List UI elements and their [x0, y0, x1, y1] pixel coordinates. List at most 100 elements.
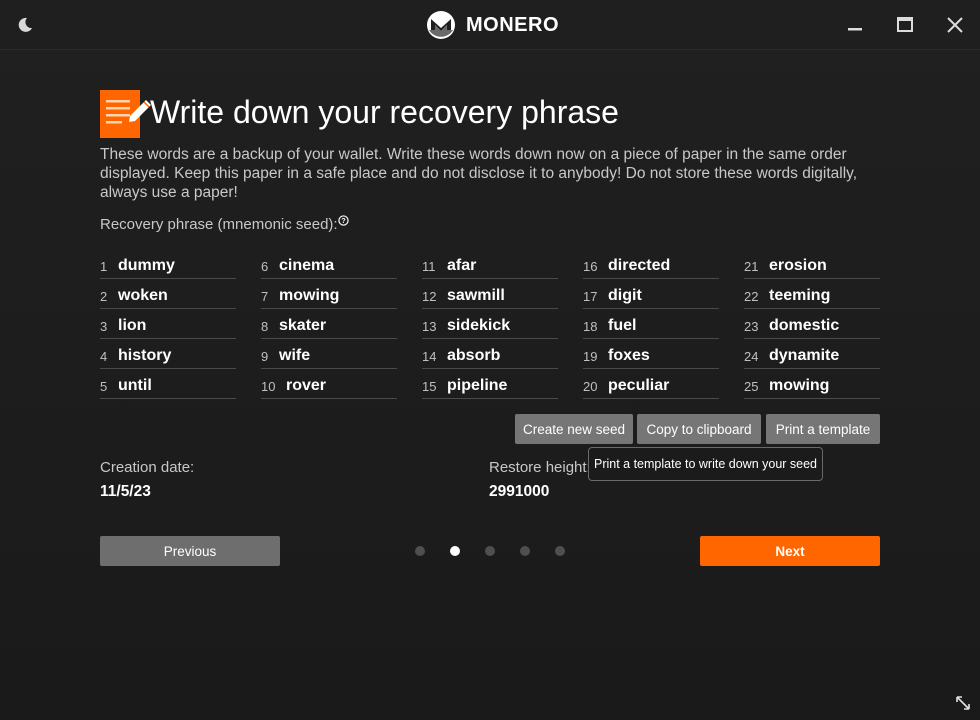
seed-word-row: 18 fuel: [583, 314, 719, 344]
seed-word: cinema: [279, 257, 335, 274]
seed-word-row: 4 history: [100, 344, 236, 374]
app-name: MONERO: [466, 13, 559, 36]
seed-word-number: 16: [583, 259, 598, 274]
seed-word: wife: [279, 347, 311, 364]
seed-word-row: 23 domestic: [744, 314, 880, 344]
seed-word: teeming: [769, 287, 831, 304]
page-title: Write down your recovery phrase: [150, 94, 619, 130]
seed-word-row: 11 afar: [422, 254, 558, 284]
seed-word-number: 12: [422, 289, 437, 304]
seed-word-number: 10: [261, 379, 276, 394]
creation-date-label: Creation date:: [100, 459, 195, 476]
seed-word-row: 7 mowing: [261, 284, 397, 314]
seed-word-row: 13 sidekick: [422, 314, 558, 344]
seed-word: woken: [118, 287, 168, 304]
seed-word-number: 24: [744, 349, 759, 364]
seed-word: rover: [286, 377, 327, 394]
seed-word: skater: [279, 317, 327, 334]
maximize-icon[interactable]: [892, 12, 918, 38]
seed-word: dummy: [118, 257, 175, 274]
seed-word: peculiar: [608, 377, 670, 394]
page-indicator-dot: [485, 546, 495, 556]
seed-word-number: 23: [744, 319, 759, 334]
minimize-icon[interactable]: [842, 12, 868, 38]
print-template-tooltip: Print a template to write down your seed: [588, 447, 823, 481]
seed-word-row: 3 lion: [100, 314, 236, 344]
seed-word-row: 10 rover: [261, 374, 397, 404]
seed-word: lion: [118, 317, 147, 334]
seed-word-number: 21: [744, 259, 759, 274]
restore-height-value: 2991000: [489, 483, 550, 500]
seed-word-number: 8: [261, 319, 269, 334]
page-indicator-dot: [520, 546, 530, 556]
previous-button[interactable]: Previous: [100, 536, 280, 566]
seed-word-number: 1: [100, 259, 108, 274]
seed-word-number: 9: [261, 349, 269, 364]
seed-word-row: 12 sawmill: [422, 284, 558, 314]
seed-word-row: 17 digit: [583, 284, 719, 314]
seed-column-1: 1 dummy 2 woken 3 lion 4 history 5 until: [100, 254, 236, 404]
seed-word-number: 19: [583, 349, 598, 364]
seed-word-row: 5 until: [100, 374, 236, 404]
page-indicator-dot: [555, 546, 565, 556]
seed-word-row: 14 absorb: [422, 344, 558, 374]
help-circle-icon[interactable]: ?: [338, 215, 349, 226]
seed-word-number: 15: [422, 379, 437, 394]
seed-word: digit: [608, 287, 642, 304]
seed-word-number: 4: [100, 349, 108, 364]
restore-height-label: Restore height:: [489, 459, 591, 476]
seed-word-row: 1 dummy: [100, 254, 236, 284]
next-button[interactable]: Next: [700, 536, 880, 566]
document-pencil-icon: [100, 90, 151, 138]
seed-word-row: 21 erosion: [744, 254, 880, 284]
seed-word: until: [118, 377, 152, 394]
seed-word-number: 7: [261, 289, 269, 304]
seed-word: afar: [447, 257, 477, 274]
create-new-seed-button[interactable]: Create new seed: [515, 414, 633, 444]
svg-text:?: ?: [341, 216, 346, 225]
seed-column-2: 6 cinema 7 mowing 8 skater 9 wife 10 rov…: [261, 254, 397, 404]
seed-label: Recovery phrase (mnemonic seed):: [100, 216, 338, 233]
seed-word-row: 25 mowing: [744, 374, 880, 404]
seed-word-number: 3: [100, 319, 108, 334]
page-description: These words are a backup of your wallet.…: [100, 146, 858, 201]
seed-word-number: 20: [583, 379, 598, 394]
brand: MONERO: [426, 10, 559, 40]
creation-date-value: 11/5/23: [100, 483, 151, 500]
seed-word-number: 14: [422, 349, 437, 364]
title-bar: MONERO: [0, 0, 980, 50]
close-icon[interactable]: [942, 12, 968, 38]
seed-word: directed: [608, 257, 671, 274]
seed-word-number: 13: [422, 319, 437, 334]
moon-icon[interactable]: [16, 16, 34, 34]
seed-word-number: 22: [744, 289, 759, 304]
seed-word-row: 2 woken: [100, 284, 236, 314]
seed-word-number: 25: [744, 379, 759, 394]
seed-word-number: 6: [261, 259, 269, 274]
seed-word: sidekick: [447, 317, 511, 334]
seed-word-number: 18: [583, 319, 598, 334]
seed-word-number: 2: [100, 289, 108, 304]
seed-column-5: 21 erosion 22 teeming 23 domestic 24 dyn…: [744, 254, 880, 404]
seed-word: absorb: [447, 347, 501, 364]
seed-column-4: 16 directed 17 digit 18 fuel 19 foxes 20…: [583, 254, 719, 404]
print-template-button[interactable]: Print a template: [766, 414, 880, 444]
wallet-wizard-window: MONERO Write down your recovery phrase T…: [0, 0, 980, 720]
seed-word: mowing: [769, 377, 830, 394]
copy-to-clipboard-button[interactable]: Copy to clipboard: [637, 414, 761, 444]
seed-word: dynamite: [769, 347, 840, 364]
seed-word-row: 20 peculiar: [583, 374, 719, 404]
seed-column-3: 11 afar 12 sawmill 13 sidekick 14 absorb…: [422, 254, 558, 404]
seed-word: erosion: [769, 257, 827, 274]
seed-word: domestic: [769, 317, 840, 334]
page-indicator-dot: [415, 546, 425, 556]
seed-word: foxes: [608, 347, 650, 364]
seed-word: history: [118, 347, 172, 364]
seed-word-number: 17: [583, 289, 598, 304]
seed-word-row: 24 dynamite: [744, 344, 880, 374]
seed-word: sawmill: [447, 287, 505, 304]
seed-word: pipeline: [447, 377, 508, 394]
resize-icon[interactable]: [955, 695, 971, 711]
seed-word: mowing: [279, 287, 340, 304]
seed-word-grid: 1 dummy 2 woken 3 lion 4 history 5 until: [100, 254, 880, 404]
